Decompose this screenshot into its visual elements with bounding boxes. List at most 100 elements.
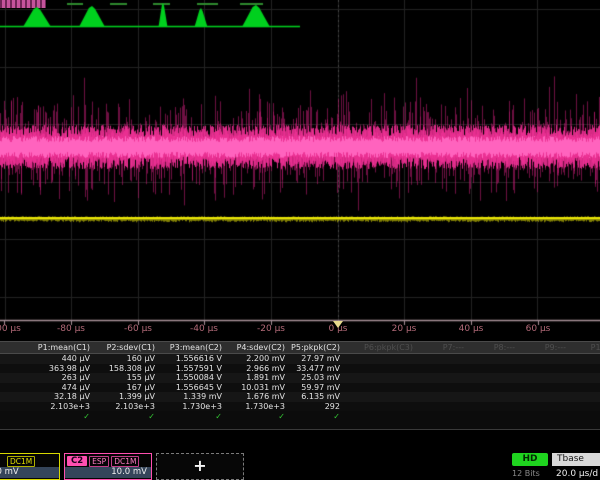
oscilloscope-screen: -100 µs-80 µs-60 µs-40 µs-20 µs0 µs20 µs… (0, 0, 600, 480)
stat-value (571, 392, 600, 402)
stat-value (469, 402, 520, 412)
param-header-p9[interactable]: P9:--- (520, 342, 571, 353)
stat-value (345, 364, 418, 374)
stat-value: 158.308 µV (95, 364, 160, 374)
status-ok-icon: ✓ (290, 411, 345, 422)
c2-channel-badge: C2 (67, 456, 87, 466)
timebase-tick-label: 60 µs (526, 324, 551, 334)
timebase-tick-label: -40 µs (190, 324, 218, 334)
stat-value: 1.556645 V (160, 383, 227, 393)
histogram-trace[interactable] (0, 0, 600, 28)
stat-value (345, 373, 418, 383)
stat-value: 2.103e+3 (0, 402, 95, 412)
stat-value (571, 383, 600, 393)
stat-value (571, 364, 600, 374)
stat-value: 1.730e+3 (227, 402, 290, 412)
c1-scale-value: 10.0 mV (0, 467, 59, 478)
stat-value: 10.031 mV (227, 383, 290, 393)
stat-value: 263 µV (0, 373, 95, 383)
stat-value: 2.103e+3 (95, 402, 160, 412)
stat-value (520, 354, 571, 364)
status-ok-icon: ✓ (160, 411, 227, 422)
param-header-p1[interactable]: P1:mean(C1) (0, 342, 95, 353)
param-header-p7[interactable]: P7:--- (418, 342, 469, 353)
param-header-p6[interactable]: P6:pkpk(C3) (345, 342, 418, 353)
stat-value: 1.399 µV (95, 392, 160, 402)
timebase-descriptor[interactable]: Tbase (552, 453, 600, 466)
stat-value: 1.550084 V (160, 373, 227, 383)
status-empty (469, 411, 520, 422)
status-empty (345, 411, 418, 422)
stat-value: 1.730e+3 (160, 402, 227, 412)
c2-coupling-tag: DC1M (111, 456, 139, 467)
stat-value (418, 383, 469, 393)
param-header-p4[interactable]: P4:sdev(C2) (227, 342, 290, 353)
stat-value (469, 373, 520, 383)
stat-value (345, 354, 418, 364)
stat-value (469, 383, 520, 393)
stat-value (469, 364, 520, 374)
param-header-p8[interactable]: P8:--- (469, 342, 520, 353)
c2-scale-value: 10.0 mV (65, 467, 151, 478)
channel-c2-descriptor[interactable]: C2 ESP DC1M 10.0 mV (64, 453, 152, 480)
stat-value: 32.18 µV (0, 392, 95, 402)
param-header-p5[interactable]: P5:pkpk(C2) (290, 342, 345, 353)
stat-value (345, 402, 418, 412)
stat-value: 1.339 mV (160, 392, 227, 402)
stat-value (345, 392, 418, 402)
stat-value: 440 µV (0, 354, 95, 364)
measurement-table: P1:mean(C1)P2:sdev(C1)P3:mean(C2)P4:sdev… (0, 341, 600, 430)
stat-value (418, 354, 469, 364)
status-ok-icon: ✓ (0, 411, 95, 422)
stat-value (469, 354, 520, 364)
stat-value (520, 402, 571, 412)
stat-value (571, 354, 600, 364)
param-header-p3[interactable]: P3:mean(C2) (160, 342, 227, 353)
timebase-tick-label: -100 µs (0, 324, 21, 334)
stat-value: 1.557591 V (160, 364, 227, 374)
timebase-tick-label: -60 µs (124, 324, 152, 334)
stat-value (469, 392, 520, 402)
c1-coupling-tag: DC1M (7, 456, 35, 467)
stat-value: 6.135 mV (290, 392, 345, 402)
add-trace-button[interactable]: + (156, 453, 244, 480)
stat-value: 1.556616 V (160, 354, 227, 364)
stat-value: 1.676 mV (227, 392, 290, 402)
status-ok-icon: ✓ (95, 411, 160, 422)
stat-value (418, 392, 469, 402)
stat-value (520, 383, 571, 393)
stat-value (520, 392, 571, 402)
stat-value: 160 µV (95, 354, 160, 364)
status-empty (418, 411, 469, 422)
timebase-tick-label: 20 µs (392, 324, 417, 334)
status-ok-icon: ✓ (227, 411, 290, 422)
stat-value: 292 (290, 402, 345, 412)
bit-depth-label: 12 Bits (512, 469, 540, 478)
stat-value: 363.98 µV (0, 364, 95, 374)
stat-value (418, 402, 469, 412)
status-empty (571, 411, 600, 422)
stat-value: 27.97 mV (290, 354, 345, 364)
stat-value: 33.477 mV (290, 364, 345, 374)
hd-mode-badge[interactable]: HD (512, 453, 548, 466)
timebase-tick-label: -80 µs (57, 324, 85, 334)
stat-value: 2.200 mV (227, 354, 290, 364)
stat-value (571, 373, 600, 383)
stat-value: 155 µV (95, 373, 160, 383)
stat-value (418, 373, 469, 383)
timebase-value: 20.0 µs/div (556, 469, 598, 479)
stat-value: 474 µV (0, 383, 95, 393)
param-header-p2[interactable]: P2:sdev(C1) (95, 342, 160, 353)
status-empty (520, 411, 571, 422)
stat-value: 2.966 mV (227, 364, 290, 374)
param-header-p10[interactable]: P10:--- (571, 342, 600, 353)
trigger-time-marker-icon[interactable] (333, 321, 343, 328)
stat-value (345, 383, 418, 393)
stat-value (571, 402, 600, 412)
channel-c1-descriptor[interactable]: DC1M 10.0 mV (0, 453, 60, 480)
stat-value: 25.03 mV (290, 373, 345, 383)
timebase-tick-label: -20 µs (257, 324, 285, 334)
timebase-tick-label: 40 µs (459, 324, 484, 334)
bottom-status-bar: DC1M 10.0 mV C2 ESP DC1M 10.0 mV + HD 12… (0, 452, 600, 480)
waveform-display[interactable] (0, 0, 600, 340)
